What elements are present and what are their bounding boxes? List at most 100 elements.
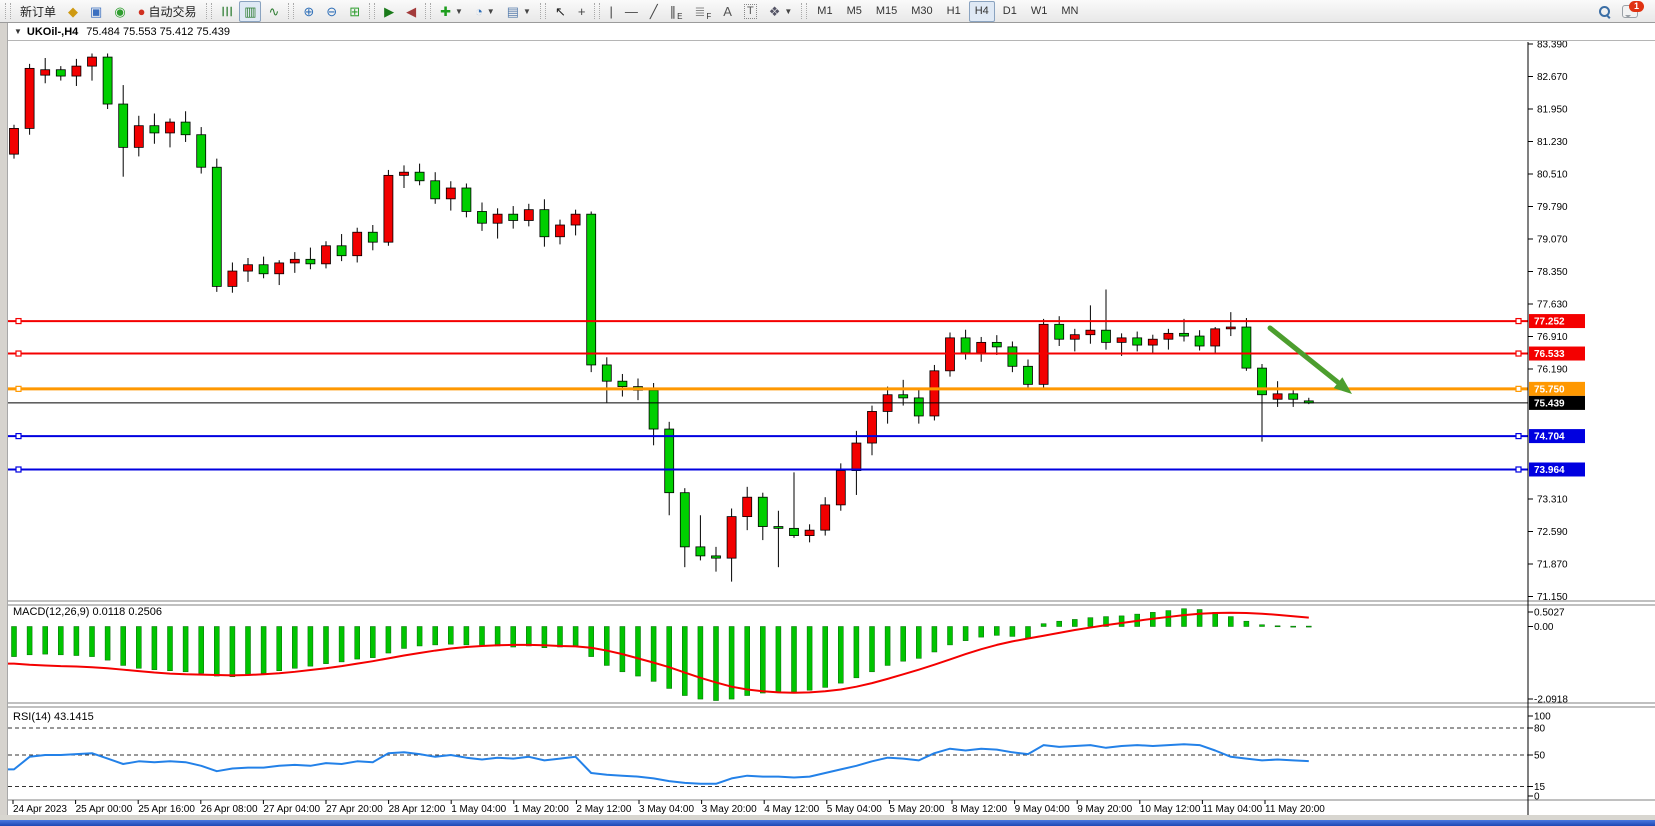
chat-bubble-icon: 1 bbox=[1622, 5, 1638, 18]
timeframe-button-h4[interactable]: H4 bbox=[969, 1, 995, 22]
window-left-frame bbox=[0, 23, 8, 816]
data-window-icon: ◆ bbox=[68, 5, 78, 18]
svg-text:80: 80 bbox=[1534, 724, 1546, 735]
chart-shift-icon[interactable]: ◀ bbox=[401, 1, 421, 22]
new-order-button-label: 新订单 bbox=[20, 3, 56, 20]
arrows-icon-dropdown[interactable]: ▼ bbox=[784, 7, 792, 16]
svg-text:75.439: 75.439 bbox=[1534, 398, 1565, 409]
svg-text:71.150: 71.150 bbox=[1537, 592, 1568, 603]
svg-text:0: 0 bbox=[1534, 792, 1540, 803]
auto-scroll-icon[interactable]: ▶ bbox=[379, 1, 399, 22]
trading-platform-window: 新订单◆▣◉●自动交易☰▥∿⊕⊖⊞▶◀✚▼◔▼▤▼↖+|—╱∥E≣FAT❖▼M1… bbox=[0, 0, 1655, 826]
trendline-icon[interactable]: ╱ bbox=[645, 1, 663, 22]
rsi-indicator-label: RSI(14) 43.1415 bbox=[13, 711, 94, 723]
timeframe-button-w1[interactable]: W1 bbox=[1025, 1, 1054, 22]
equidistant-channel-icon[interactable]: ∥E bbox=[665, 1, 688, 22]
templates-icon[interactable]: ▤▼ bbox=[502, 1, 536, 22]
svg-text:76.533: 76.533 bbox=[1534, 349, 1565, 360]
svg-text:0.5027: 0.5027 bbox=[1534, 608, 1565, 619]
bar-chart-type-icon[interactable]: ☰ bbox=[216, 1, 238, 22]
periods-clock-icon-dropdown[interactable]: ▼ bbox=[487, 7, 495, 16]
timeframe-button-m1[interactable]: M1 bbox=[811, 1, 838, 22]
add-indicator-icon[interactable]: ✚▼ bbox=[435, 1, 468, 22]
svg-text:11 May 04:00: 11 May 04:00 bbox=[1202, 804, 1262, 815]
timeframe-button-d1[interactable]: D1 bbox=[997, 1, 1023, 22]
auto-trading-button[interactable]: ●自动交易 bbox=[133, 1, 202, 22]
timeframe-button-h1[interactable]: H1 bbox=[941, 1, 967, 22]
periods-clock-icon[interactable]: ◔▼ bbox=[470, 1, 500, 22]
svg-text:0.00: 0.00 bbox=[1534, 622, 1554, 633]
svg-text:1 May 20:00: 1 May 20:00 bbox=[514, 804, 569, 815]
toolbar-gripper bbox=[206, 3, 212, 19]
tile-windows-icon[interactable]: ⊞ bbox=[344, 1, 365, 22]
notification-badge: 1 bbox=[1629, 1, 1644, 12]
svg-text:5 May 20:00: 5 May 20:00 bbox=[889, 804, 944, 815]
svg-text:81.950: 81.950 bbox=[1537, 105, 1568, 116]
timeframe-button-m5[interactable]: M5 bbox=[841, 1, 868, 22]
cursor-icon[interactable]: ↖ bbox=[550, 1, 571, 22]
symbol-period-label: UKOil-,H4 bbox=[27, 26, 78, 38]
svg-text:3 May 04:00: 3 May 04:00 bbox=[639, 804, 694, 815]
chart-menu-icon[interactable]: ▼ bbox=[14, 27, 22, 36]
svg-text:11 May 20:00: 11 May 20:00 bbox=[1265, 804, 1325, 815]
taskbar-strip bbox=[0, 820, 1655, 826]
crosshair-icon[interactable]: + bbox=[573, 1, 591, 22]
svg-text:-2.0918: -2.0918 bbox=[1534, 695, 1568, 706]
timeframe-button-m30[interactable]: M30 bbox=[905, 1, 938, 22]
svg-text:100: 100 bbox=[1534, 712, 1551, 723]
search-button[interactable] bbox=[1594, 1, 1615, 22]
tile-windows-icon: ⊞ bbox=[349, 5, 360, 18]
timeframe-button-m15[interactable]: M15 bbox=[870, 1, 903, 22]
svg-text:79.790: 79.790 bbox=[1537, 202, 1568, 213]
crosshair-icon: + bbox=[578, 5, 586, 18]
fibonacci-icon-letter: F bbox=[706, 12, 711, 21]
navigator-icon[interactable]: ◉ bbox=[109, 1, 130, 22]
navigator-icon: ◉ bbox=[114, 5, 125, 18]
templates-icon: ▤ bbox=[507, 5, 519, 18]
svg-text:75.750: 75.750 bbox=[1534, 384, 1565, 395]
candlestick-chart-type-icon[interactable]: ▥ bbox=[239, 1, 261, 22]
svg-text:73.310: 73.310 bbox=[1537, 495, 1568, 506]
zoom-out-icon[interactable]: ⊖ bbox=[321, 1, 342, 22]
new-order-button[interactable]: 新订单 bbox=[15, 1, 61, 22]
price-chart[interactable]: 83.39082.67081.95081.23080.51079.79079.0… bbox=[0, 0, 1655, 826]
cursor-icon: ↖ bbox=[555, 5, 566, 18]
market-watch-icon[interactable]: ▣ bbox=[85, 1, 107, 22]
chart-title-bar: ▼ UKOil-,H4 75.484 75.553 75.412 75.439 bbox=[8, 23, 1655, 41]
equidistant-channel-icon-letter: E bbox=[677, 12, 682, 21]
svg-text:9 May 20:00: 9 May 20:00 bbox=[1077, 804, 1132, 815]
toolbar-gripper bbox=[5, 3, 11, 19]
svg-text:28 Apr 12:00: 28 Apr 12:00 bbox=[389, 804, 446, 815]
timeframe-button-mn[interactable]: MN bbox=[1055, 1, 1084, 22]
svg-text:2 May 12:00: 2 May 12:00 bbox=[576, 804, 631, 815]
main-toolbar: 新订单◆▣◉●自动交易☰▥∿⊕⊖⊞▶◀✚▼◔▼▤▼↖+|—╱∥E≣FAT❖▼M1… bbox=[0, 0, 1655, 23]
line-chart-type-icon[interactable]: ∿ bbox=[263, 1, 284, 22]
fibonacci-icon[interactable]: ≣F bbox=[690, 1, 717, 22]
zoom-in-icon: ⊕ bbox=[303, 5, 314, 18]
vertical-line-icon[interactable]: | bbox=[604, 1, 617, 22]
toolbar-gripper bbox=[801, 3, 807, 19]
svg-text:79.070: 79.070 bbox=[1537, 235, 1568, 246]
svg-text:73.964: 73.964 bbox=[1534, 465, 1565, 476]
add-indicator-icon-dropdown[interactable]: ▼ bbox=[455, 7, 463, 16]
toolbar-gripper bbox=[288, 3, 294, 19]
svg-text:81.230: 81.230 bbox=[1537, 137, 1568, 148]
svg-text:76.910: 76.910 bbox=[1537, 332, 1568, 343]
svg-text:78.350: 78.350 bbox=[1537, 267, 1568, 278]
text-icon[interactable]: A bbox=[718, 1, 737, 22]
zoom-in-icon[interactable]: ⊕ bbox=[298, 1, 319, 22]
notifications-button[interactable]: 1 bbox=[1617, 1, 1643, 22]
text-label-icon[interactable]: T bbox=[739, 1, 762, 22]
svg-text:82.670: 82.670 bbox=[1537, 72, 1568, 83]
toolbar-gripper bbox=[540, 3, 546, 19]
arrows-icon: ❖ bbox=[769, 5, 781, 18]
chart-shift-icon: ◀ bbox=[406, 5, 416, 18]
templates-icon-dropdown[interactable]: ▼ bbox=[523, 7, 531, 16]
arrows-icon[interactable]: ❖▼ bbox=[764, 1, 798, 22]
horizontal-line-icon[interactable]: — bbox=[620, 1, 643, 22]
svg-text:77.630: 77.630 bbox=[1537, 300, 1568, 311]
data-window-icon[interactable]: ◆ bbox=[63, 1, 83, 22]
svg-text:80.510: 80.510 bbox=[1537, 170, 1568, 181]
ohlc-readout: 75.484 75.553 75.412 75.439 bbox=[86, 26, 230, 38]
periods-clock-icon: ◔ bbox=[475, 5, 483, 18]
